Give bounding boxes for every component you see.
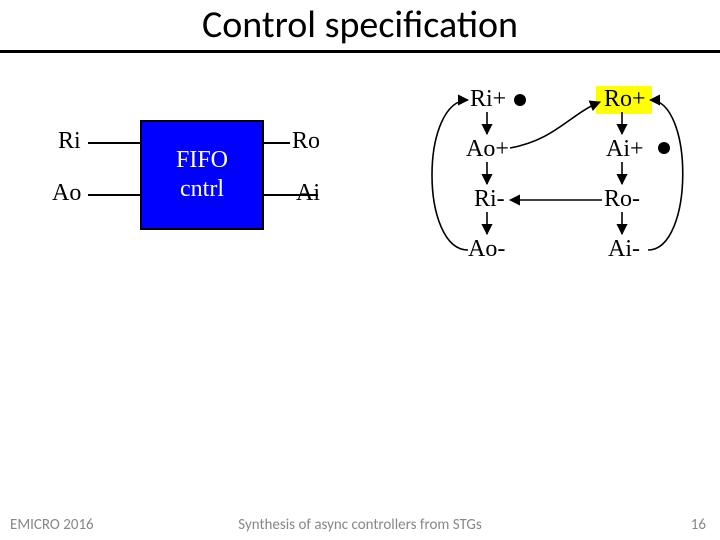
token-left [514,94,526,106]
footer-talk: Synthesis of async controllers from STGs [0,516,720,534]
slide-title-wrap: Control specification [0,0,720,48]
footer: EMICRO 2016 Synthesis of async controlle… [0,512,720,540]
token-right [658,142,670,154]
title-rule [0,50,720,53]
slide-title: Control specification [0,2,720,48]
stg-graph [0,70,720,490]
footer-page: 16 [691,516,706,534]
diagram-stage: Ri Ao Ro Ai FIFO cntrl Ri+ Ao+ Ri- Ao- R… [0,70,720,490]
